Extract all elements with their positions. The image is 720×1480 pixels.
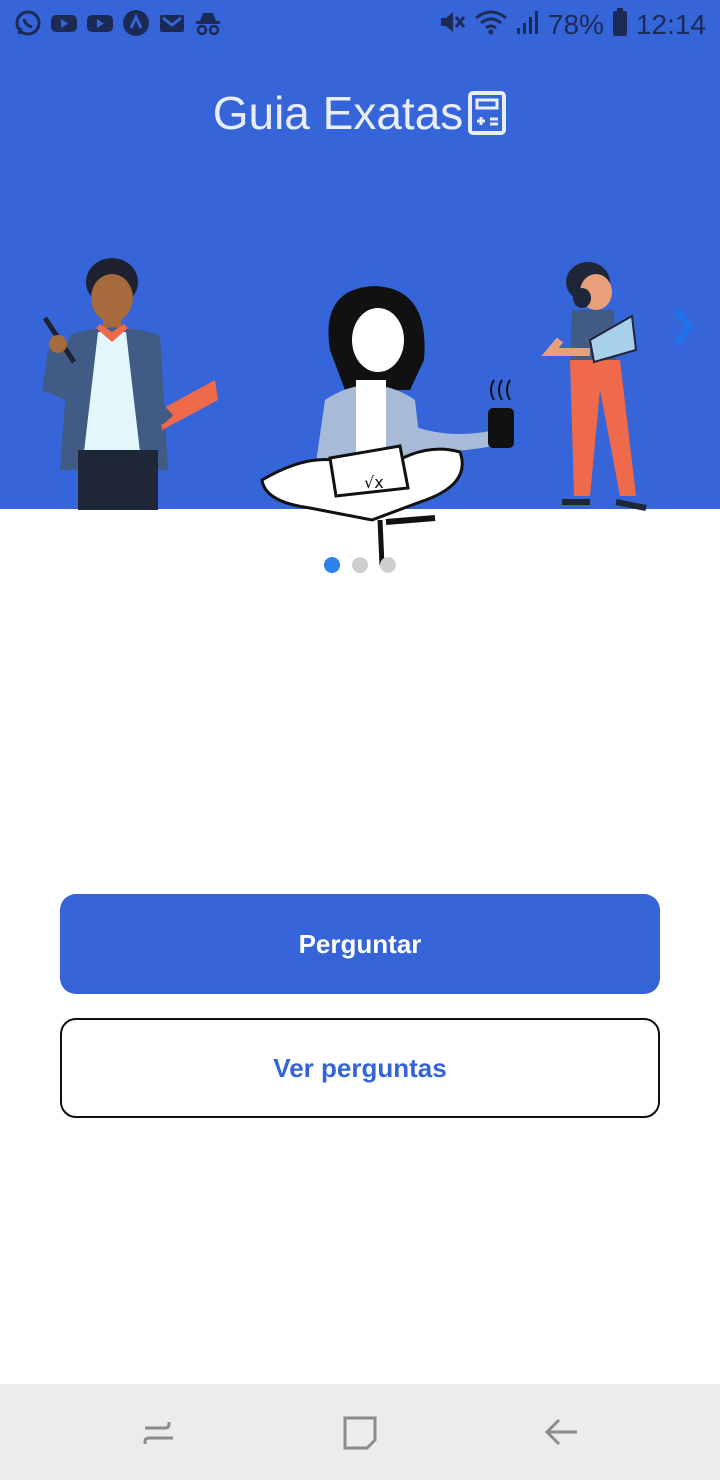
carousel-next-button[interactable] <box>668 302 698 352</box>
signal-icon <box>516 8 540 43</box>
battery-percent: 78% <box>547 9 604 40</box>
wifi-icon <box>474 8 508 43</box>
svg-text:√x: √x <box>364 473 384 492</box>
system-nav-bar <box>0 1384 720 1480</box>
whatsapp-icon <box>14 9 42 37</box>
carousel-indicator <box>0 557 720 573</box>
clock: 12:14 <box>635 9 706 40</box>
mute-icon <box>438 8 466 43</box>
onboarding-illustration: √x <box>42 258 647 566</box>
home-icon[interactable] <box>335 1408 385 1458</box>
app-header: Guia Exatas <box>0 86 720 140</box>
youtube-icon <box>50 9 78 37</box>
incognito-icon <box>194 9 222 37</box>
calculator-icon <box>467 90 507 136</box>
illustration-student: √x <box>260 286 514 566</box>
ask-button[interactable]: Perguntar <box>60 894 660 994</box>
page-title: Guia Exatas <box>212 87 464 139</box>
carousel-dot-1[interactable] <box>324 557 340 573</box>
carousel-dot-3[interactable] <box>380 557 396 573</box>
app-screen: 78% 12:14 Guia Exatas √x Perguntar Ver p… <box>0 0 720 1480</box>
recents-icon[interactable] <box>135 1408 185 1458</box>
gmail-icon <box>158 9 186 37</box>
arc-icon <box>122 9 150 37</box>
carousel-dot-2[interactable] <box>352 557 368 573</box>
status-bar: 78% 12:14 <box>0 0 720 50</box>
battery-icon <box>612 7 628 44</box>
ask-button-label: Perguntar <box>298 928 422 959</box>
view-questions-button-label: Ver perguntas <box>273 1052 447 1083</box>
illustration-reader <box>541 262 647 511</box>
youtube-icon <box>86 9 114 37</box>
view-questions-button[interactable]: Ver perguntas <box>60 1018 660 1118</box>
illustration-teacher <box>42 258 218 510</box>
notification-icons <box>14 9 222 37</box>
system-status: 78% 12:14 <box>438 6 706 44</box>
back-icon[interactable] <box>535 1408 585 1458</box>
